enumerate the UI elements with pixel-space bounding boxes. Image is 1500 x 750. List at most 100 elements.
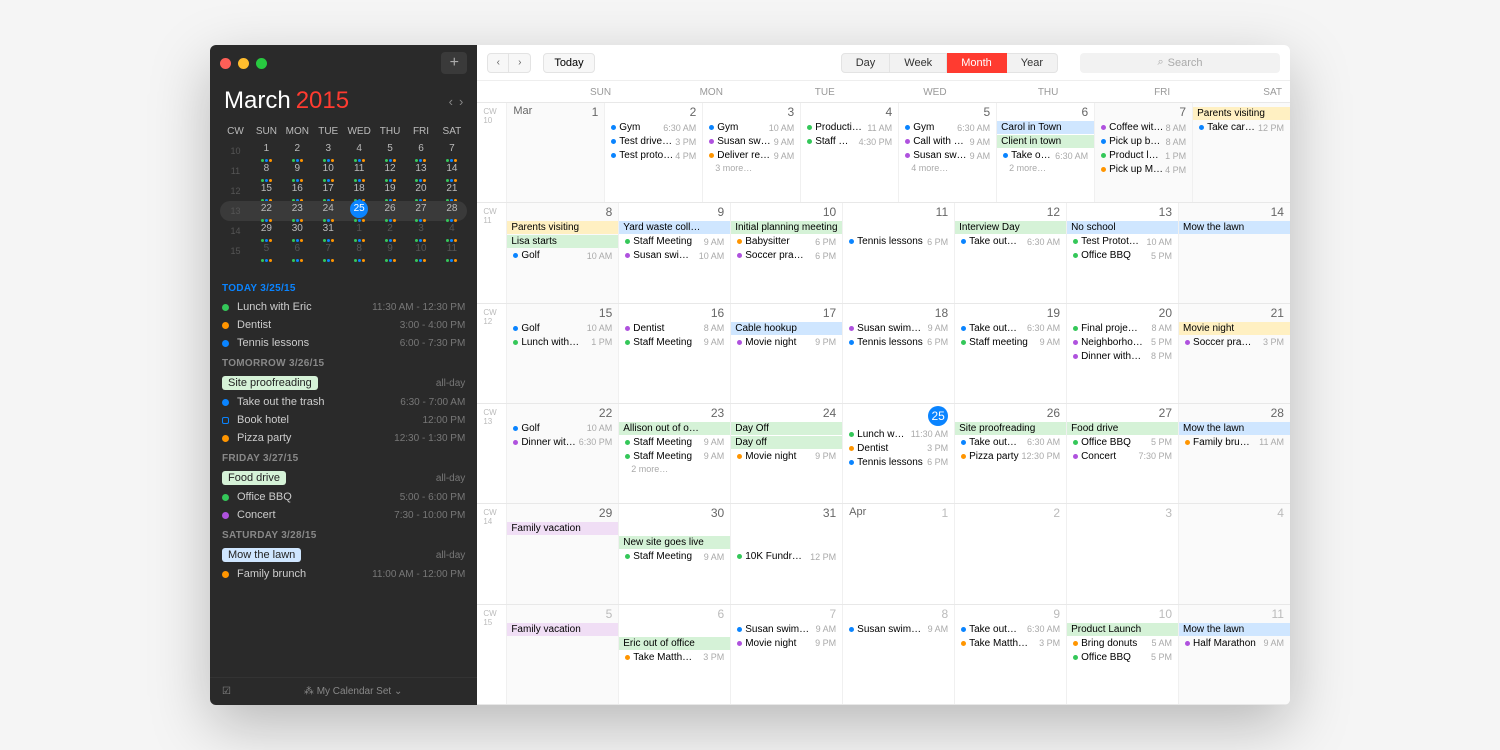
day-cell[interactable]: 2 <box>955 504 1067 603</box>
event-bar[interactable]: Family vacation <box>507 522 619 535</box>
day-cell[interactable]: Mar1 <box>507 103 605 202</box>
next-month-icon[interactable]: › <box>459 94 463 109</box>
event[interactable]: Golf10 AM <box>511 322 614 335</box>
event[interactable]: Bring donuts5 AM <box>1071 637 1174 650</box>
event[interactable]: Dentist8 AM <box>623 322 726 335</box>
today-button[interactable]: Today <box>543 53 594 73</box>
event[interactable]: Pizza party12:30 PM <box>959 450 1062 463</box>
view-year[interactable]: Year <box>1007 53 1058 73</box>
event-bar[interactable]: Mow the lawn <box>1179 422 1290 435</box>
event-bar[interactable]: Family vacation <box>507 623 619 636</box>
search-input[interactable]: ⌕ Search <box>1080 53 1280 73</box>
day-cell[interactable]: 5Family vacation <box>507 605 619 704</box>
mini-day[interactable]: 11 <box>436 240 467 263</box>
event[interactable]: Coffee with…8 AM <box>1099 121 1188 134</box>
agenda-item[interactable]: Book hotel12:00 PM <box>222 411 465 429</box>
day-cell[interactable]: 3Gym10 AMSusan swim…9 AMDeliver reports9… <box>703 103 801 202</box>
event[interactable]: Staff Meeting9 AM <box>623 436 726 449</box>
day-cell[interactable]: 16Dentist8 AMStaff Meeting9 AM <box>619 304 731 403</box>
event[interactable]: Soccer pra…6 PM <box>735 249 838 262</box>
event[interactable]: Office BBQ5 PM <box>1071 436 1174 449</box>
day-cell[interactable]: 22Golf10 AMDinner wit…6:30 PM <box>507 404 619 503</box>
event[interactable]: Tennis lessons6 PM <box>847 235 950 248</box>
day-cell[interactable]: 4Production…11 AMStaff mee…4:30 PM <box>801 103 899 202</box>
event[interactable]: Movie night9 PM <box>735 450 838 463</box>
event[interactable]: Staff Meeting9 AM <box>623 235 726 248</box>
event[interactable]: Family bru…11 AM <box>1183 436 1286 449</box>
event[interactable]: Staff Meeting9 AM <box>623 336 726 349</box>
event-bar[interactable]: Yard waste coll… <box>619 221 730 234</box>
event[interactable]: Take out…6:30 AM <box>959 322 1062 335</box>
event[interactable]: Pick up Mat…4 PM <box>1099 163 1188 176</box>
day-cell[interactable]: 24Day OffDay offMovie night9 PM <box>731 404 843 503</box>
event[interactable]: Susan swim…9 AM <box>707 135 796 148</box>
add-event-button[interactable]: + <box>441 52 467 74</box>
more-link[interactable]: 3 more… <box>707 163 796 173</box>
agenda-item[interactable]: Concert7:30 - 10:00 PM <box>222 506 465 524</box>
event[interactable]: Deliver reports9 AM <box>707 149 796 162</box>
event[interactable]: 10K Fundr…12 PM <box>735 550 838 563</box>
day-cell[interactable]: 8Susan swim…9 AM <box>843 605 955 704</box>
event-bar[interactable]: Carol in Town <box>997 121 1094 134</box>
day-cell[interactable]: 25Lunch w…11:30 AMDentist3 PMTennis less… <box>843 404 955 503</box>
event-bar[interactable]: No school <box>1067 221 1178 234</box>
mini-day[interactable]: 9 <box>375 240 406 263</box>
event[interactable]: Take out…6:30 AM <box>959 623 1062 636</box>
event[interactable]: Staff Meeting9 AM <box>623 550 726 563</box>
event[interactable]: Take out…6:30 AM <box>959 235 1062 248</box>
event[interactable]: Staff mee…4:30 PM <box>805 135 894 148</box>
event-bar[interactable]: Site proofreading <box>955 422 1066 435</box>
agenda-item[interactable]: Dentist3:00 - 4:00 PM <box>222 316 465 334</box>
day-cell[interactable]: 15Golf10 AMLunch with…1 PM <box>507 304 619 403</box>
event-bar[interactable]: Parents visiting <box>1193 107 1290 120</box>
mini-day[interactable]: 5 <box>251 240 282 263</box>
day-cell[interactable]: 4 <box>1179 504 1290 603</box>
event[interactable]: Office BBQ5 PM <box>1071 249 1174 262</box>
event[interactable]: Staff meeting9 AM <box>959 336 1062 349</box>
day-cell[interactable]: 11Tennis lessons6 PM <box>843 203 955 302</box>
agenda-item[interactable]: Food driveall-day <box>222 468 465 488</box>
event[interactable]: Movie night9 PM <box>735 336 838 349</box>
view-month[interactable]: Month <box>947 53 1007 73</box>
reminders-icon[interactable]: ☑ <box>222 686 231 697</box>
day-cell[interactable]: 21Movie nightSoccer pra…3 PM <box>1179 304 1290 403</box>
day-cell[interactable]: 17Cable hookupMovie night9 PM <box>731 304 843 403</box>
event[interactable]: Pick up bagels8 AM <box>1099 135 1188 148</box>
zoom-icon[interactable] <box>256 58 267 69</box>
next-button[interactable]: › <box>509 53 531 73</box>
event[interactable]: Movie night9 PM <box>735 637 838 650</box>
event-bar[interactable]: New site goes live <box>619 536 731 549</box>
mini-day[interactable]: 8 <box>344 240 375 263</box>
day-cell[interactable]: 12Interview DayTake out…6:30 AM <box>955 203 1067 302</box>
agenda-item[interactable]: Tennis lessons6:00 - 7:30 PM <box>222 334 465 352</box>
event[interactable]: Final proje…8 AM <box>1071 322 1174 335</box>
event[interactable]: Golf10 AM <box>511 422 614 435</box>
event-bar[interactable]: Cable hookup <box>731 322 842 335</box>
day-cell[interactable]: 10Initial planning meetingBabysitter6 PM… <box>731 203 843 302</box>
view-segmented[interactable]: DayWeekMonthYear <box>841 53 1058 73</box>
agenda-item[interactable]: Pizza party12:30 - 1:30 PM <box>222 429 465 447</box>
event[interactable]: Soccer pra…3 PM <box>1183 336 1286 349</box>
day-cell[interactable]: 6Carol in TownClient in townTake out…6:3… <box>997 103 1095 202</box>
day-cell[interactable]: 27Food driveOffice BBQ5 PMConcert7:30 PM <box>1067 404 1179 503</box>
event[interactable]: Susan swi…10 AM <box>623 249 726 262</box>
calendar-set-label[interactable]: My Calendar Set <box>317 686 391 697</box>
day-cell[interactable]: 19Take out…6:30 AMStaff meeting9 AM <box>955 304 1067 403</box>
view-week[interactable]: Week <box>890 53 947 73</box>
event[interactable]: Golf10 AM <box>511 249 614 262</box>
more-link[interactable]: 2 more… <box>1001 163 1090 173</box>
more-link[interactable]: 2 more… <box>623 464 726 474</box>
day-cell[interactable]: 14Mow the lawn <box>1179 203 1290 302</box>
day-cell[interactable]: 9Yard waste coll…Staff Meeting9 AMSusan … <box>619 203 731 302</box>
event[interactable]: Take car in…12 PM <box>1197 121 1286 134</box>
event-bar[interactable]: Allison out of o… <box>619 422 730 435</box>
event[interactable]: Dentist3 PM <box>847 442 950 455</box>
mini-calendar[interactable]: CWSUNMONTUEWEDTHUFRISAT10123456711891011… <box>210 117 477 271</box>
event[interactable]: Susan swim…9 AM <box>903 149 992 162</box>
view-day[interactable]: Day <box>841 53 891 73</box>
event-bar[interactable]: Product Launch <box>1067 623 1178 636</box>
event[interactable]: Call with m…9 AM <box>903 135 992 148</box>
event[interactable]: Babysitter6 PM <box>735 235 838 248</box>
event-bar[interactable]: Lisa starts <box>507 235 618 248</box>
day-cell[interactable]: 7Susan swim…9 AMMovie night9 PM <box>731 605 843 704</box>
